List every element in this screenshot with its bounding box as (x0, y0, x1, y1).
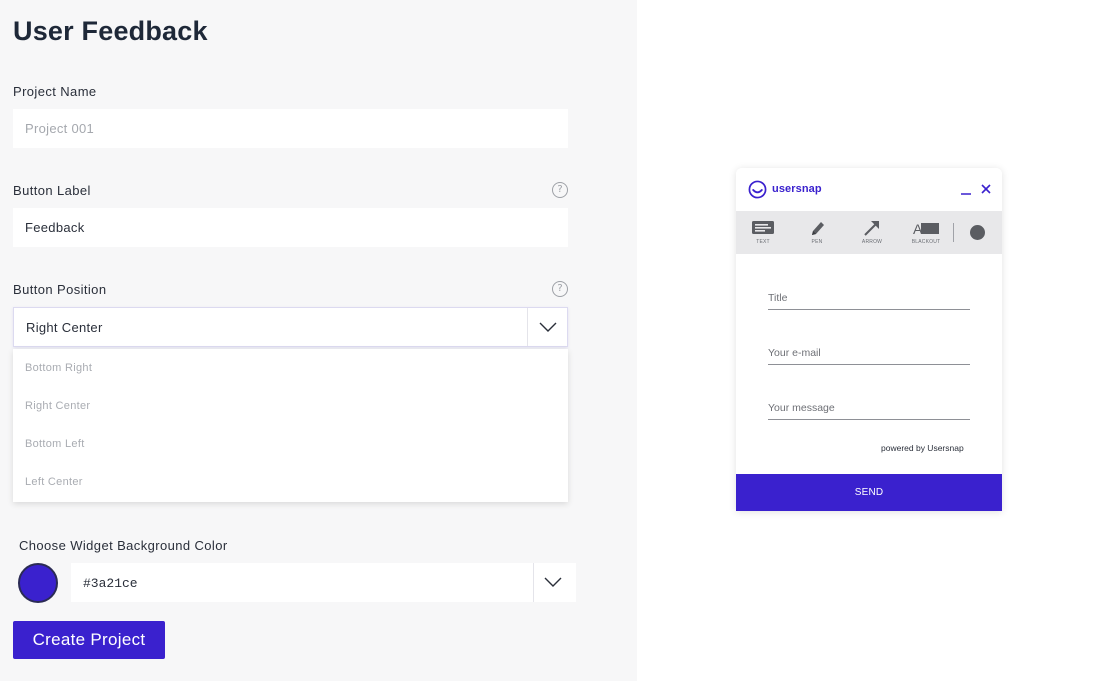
button-position-label: Button Position (13, 282, 107, 297)
dropdown-option-bottom-right[interactable]: Bottom Right (25, 362, 92, 374)
widget-title-placeholder: Title (768, 292, 788, 304)
widget-email-field[interactable]: Your e-mail (768, 345, 970, 365)
blackout-icon: A (913, 221, 939, 237)
chevron-down-icon[interactable] (541, 571, 565, 593)
background-color-label: Choose Widget Background Color (19, 538, 228, 553)
widget-header: usersnap (736, 168, 1002, 211)
color-value: #3a21ce (83, 576, 138, 591)
feedback-widget: usersnap TEXT PEN ARROW A BLACKOUT Title… (736, 168, 1002, 511)
usersnap-logo-icon (748, 180, 767, 199)
create-project-button[interactable]: Create Project (13, 621, 165, 659)
color-swatch[interactable] (18, 563, 58, 603)
chevron-down-icon[interactable] (536, 316, 560, 338)
button-position-dropdown: Bottom Right Right Center Bottom Left Le… (13, 349, 568, 502)
project-name-label: Project Name (13, 84, 97, 99)
tool-label: BLACKOUT (911, 239, 941, 245)
button-label-input[interactable] (13, 208, 568, 247)
color-select[interactable]: #3a21ce (71, 563, 576, 602)
text-comment-icon (752, 221, 774, 234)
minimize-icon[interactable] (960, 182, 972, 196)
settings-panel: User Feedback Project Name Button Label … (0, 0, 637, 681)
dropdown-option-right-center[interactable]: Right Center (25, 400, 90, 412)
send-button[interactable]: SEND (736, 474, 1002, 511)
powered-by-text: powered by Usersnap (881, 443, 964, 453)
pen-icon (812, 222, 824, 235)
question-circle-icon[interactable]: ? (552, 182, 568, 198)
arrow-icon (864, 221, 879, 236)
button-position-select[interactable]: Right Center (13, 307, 568, 347)
color-picker-dot[interactable] (970, 225, 985, 240)
dropdown-option-left-center[interactable]: Left Center (25, 476, 83, 488)
tool-pen[interactable]: PEN (806, 220, 828, 245)
project-name-input[interactable] (13, 109, 568, 148)
page-title: User Feedback (13, 16, 208, 46)
widget-brand: usersnap (772, 183, 822, 195)
tool-label: TEXT (756, 239, 770, 245)
tool-text[interactable]: TEXT (751, 220, 775, 245)
dropdown-option-bottom-left[interactable]: Bottom Left (25, 438, 85, 450)
tool-label: PEN (811, 239, 823, 245)
select-divider (527, 308, 528, 346)
toolbar-separator (953, 223, 954, 242)
button-position-value: Right Center (26, 320, 103, 335)
widget-title-field[interactable]: Title (768, 290, 970, 310)
widget-email-placeholder: Your e-mail (768, 347, 821, 359)
select-divider (533, 563, 534, 602)
tool-arrow[interactable]: ARROW (859, 220, 885, 245)
widget-message-field[interactable]: Your message (768, 400, 970, 420)
tool-blackout[interactable]: A BLACKOUT (909, 220, 943, 245)
widget-toolbar: TEXT PEN ARROW A BLACKOUT (736, 211, 1002, 254)
question-circle-icon[interactable]: ? (552, 281, 568, 297)
tool-label: ARROW (861, 239, 883, 245)
button-label-label: Button Label (13, 183, 91, 198)
close-icon[interactable] (980, 183, 992, 195)
widget-message-placeholder: Your message (768, 402, 835, 414)
